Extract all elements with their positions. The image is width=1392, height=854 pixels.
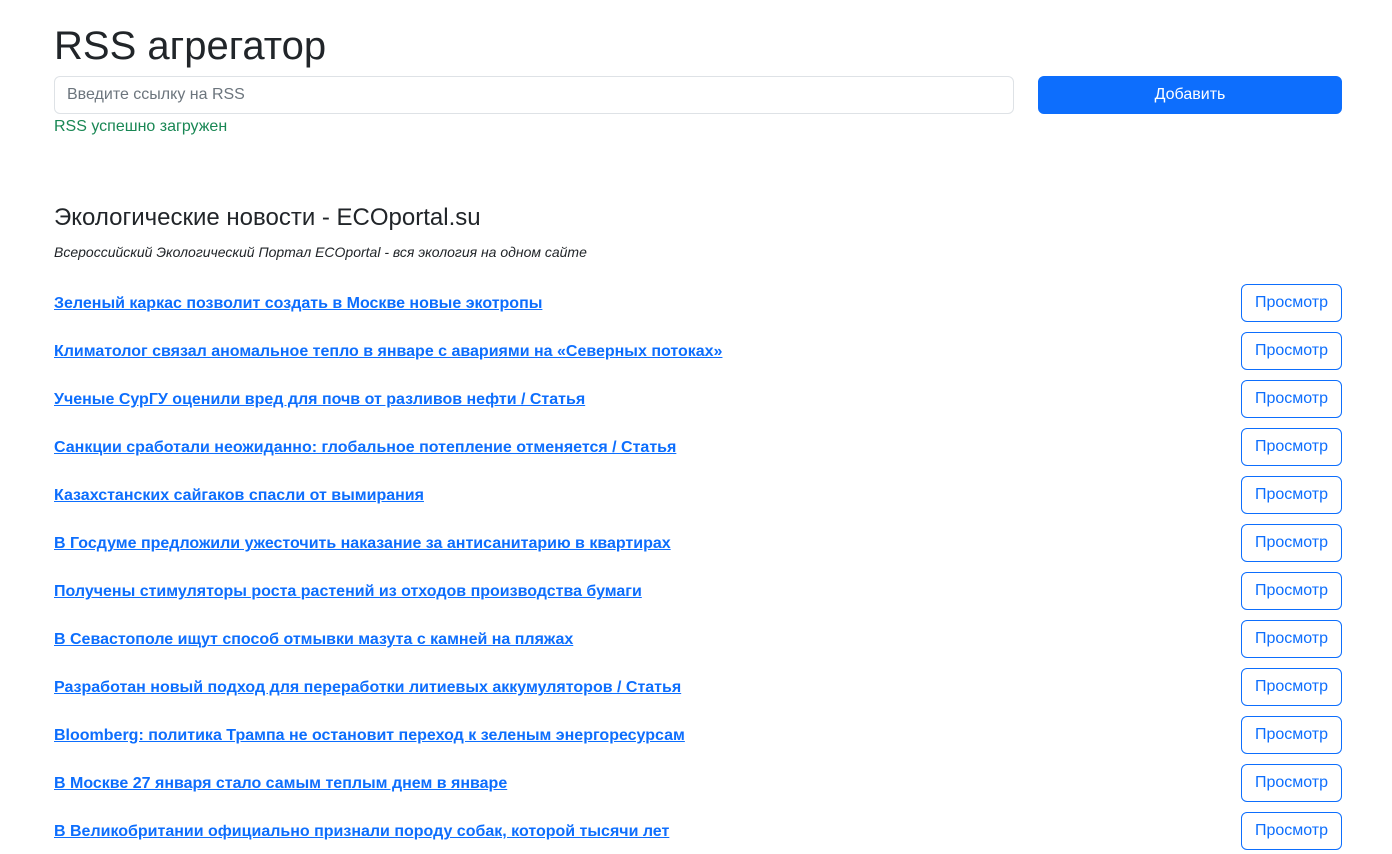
view-button[interactable]: Просмотр xyxy=(1241,284,1342,322)
post-item: Санкции сработали неожиданно: глобальное… xyxy=(54,428,1342,476)
view-button[interactable]: Просмотр xyxy=(1241,332,1342,370)
post-item: В Москве 27 января стало самым теплым дн… xyxy=(54,764,1342,812)
view-button[interactable]: Просмотр xyxy=(1241,524,1342,562)
post-item: В Севастополе ищут способ отмывки мазута… xyxy=(54,620,1342,668)
post-link[interactable]: Получены стимуляторы роста растений из о… xyxy=(54,582,642,602)
post-item: В Госдуме предложили ужесточить наказани… xyxy=(54,524,1342,572)
view-button[interactable]: Просмотр xyxy=(1241,428,1342,466)
view-button[interactable]: Просмотр xyxy=(1241,812,1342,850)
post-item: Получены стимуляторы роста растений из о… xyxy=(54,572,1342,620)
post-item: В Великобритании официально признали пор… xyxy=(54,812,1342,854)
rss-url-input[interactable] xyxy=(54,76,1014,114)
post-item: Ученые СурГУ оценили вред для почв от ра… xyxy=(54,380,1342,428)
app-container: RSS агрегатор Добавить RSS успешно загру… xyxy=(0,0,1392,854)
page-title: RSS агрегатор xyxy=(54,24,327,68)
post-item: Климатолог связал аномальное тепло в янв… xyxy=(54,332,1342,380)
view-button[interactable]: Просмотр xyxy=(1241,572,1342,610)
post-item: Казахстанских сайгаков спасли от вымиран… xyxy=(54,476,1342,524)
post-link[interactable]: В Севастополе ищут способ отмывки мазута… xyxy=(54,630,573,650)
post-item: Bloomberg: политика Трампа не остановит … xyxy=(54,716,1342,764)
view-button[interactable]: Просмотр xyxy=(1241,380,1342,418)
post-link[interactable]: Разработан новый подход для переработки … xyxy=(54,678,681,698)
post-link[interactable]: В Великобритании официально признали пор… xyxy=(54,822,669,842)
view-button[interactable]: Просмотр xyxy=(1241,668,1342,706)
post-link[interactable]: Климатолог связал аномальное тепло в янв… xyxy=(54,342,722,362)
feed-title: Экологические новости - ECOportal.su xyxy=(54,204,481,231)
feedback-message: RSS успешно загружен xyxy=(54,118,228,135)
posts-list: Зеленый каркас позволит создать в Москве… xyxy=(54,284,1342,854)
post-link[interactable]: Зеленый каркас позволит создать в Москве… xyxy=(54,294,542,314)
post-link[interactable]: В Госдуме предложили ужесточить наказани… xyxy=(54,534,671,554)
post-link[interactable]: Казахстанских сайгаков спасли от вымиран… xyxy=(54,486,424,506)
post-link[interactable]: Санкции сработали неожиданно: глобальное… xyxy=(54,438,676,458)
add-button[interactable]: Добавить xyxy=(1038,76,1342,114)
view-button[interactable]: Просмотр xyxy=(1241,476,1342,514)
view-button[interactable]: Просмотр xyxy=(1241,620,1342,658)
post-link[interactable]: Ученые СурГУ оценили вред для почв от ра… xyxy=(54,390,585,410)
view-button[interactable]: Просмотр xyxy=(1241,716,1342,754)
post-link[interactable]: Bloomberg: политика Трампа не остановит … xyxy=(54,726,685,746)
feed-description: Всероссийский Экологический Портал ECOpo… xyxy=(54,244,587,260)
view-button[interactable]: Просмотр xyxy=(1241,764,1342,802)
post-link[interactable]: В Москве 27 января стало самым теплым дн… xyxy=(54,774,507,794)
post-item: Зеленый каркас позволит создать в Москве… xyxy=(54,284,1342,332)
post-item: Разработан новый подход для переработки … xyxy=(54,668,1342,716)
